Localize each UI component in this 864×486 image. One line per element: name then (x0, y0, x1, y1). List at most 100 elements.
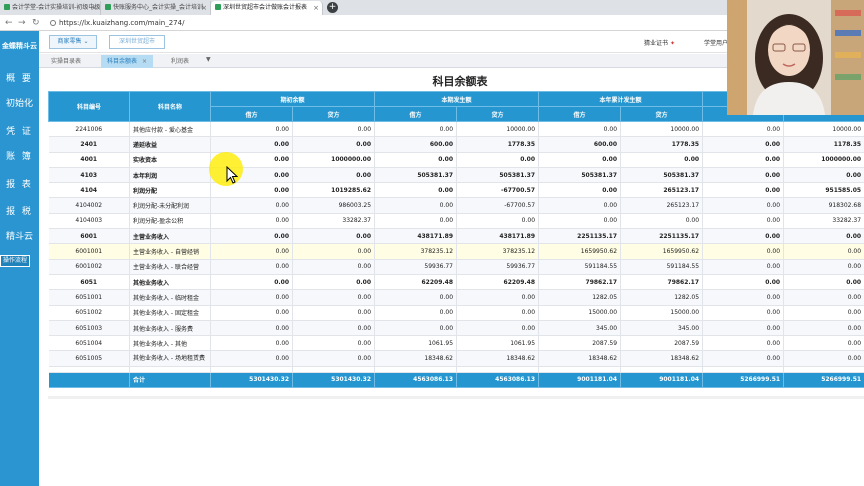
cell-amount: 0.00 (210, 289, 293, 306)
table-row[interactable]: 6051 其他业务收入 0.00 0.00 62209.48 62209.48 79862.… (48, 274, 864, 291)
sidebar-item-report[interactable]: 报 表 (0, 177, 39, 190)
close-icon[interactable]: × (91, 1, 97, 15)
tab-income-statement[interactable]: 利润表 (165, 55, 195, 68)
cell-code: 6051005 (48, 350, 130, 367)
certificate-link[interactable]: 猜业证书 ✦ (644, 38, 675, 47)
browser-tab-2[interactable]: 快账服务中心_会计实操_会计培训 × (101, 1, 211, 15)
cell-amount: 0.00 (538, 121, 622, 138)
sidebar-item-ledger[interactable]: 账 簿 (0, 149, 39, 162)
cell-amount: 0.00 (702, 320, 785, 337)
table-row[interactable]: 4104003 利润分配-盈余公积 0.00 33282.37 0.00 0.00 0.00… (48, 213, 864, 230)
cell-amount: 18348.62 (620, 350, 704, 367)
cell-amount: 0.00 (292, 259, 376, 275)
sidebar-item-voucher[interactable]: 凭 证 (0, 124, 39, 137)
company-button[interactable]: 深圳世贸超市 (109, 35, 165, 49)
cell-amount: 1778.35 (620, 136, 704, 153)
cell-amount: 33282.37 (292, 213, 376, 230)
cell-amount: 0.00 (210, 259, 293, 275)
cell-amount: 0.00 (210, 213, 293, 230)
cell-amount: 0.00 (210, 320, 293, 337)
info-icon (50, 20, 56, 26)
cell-name: 其他业务收入 - 其他 (129, 335, 211, 352)
browser-tab-1[interactable]: 会计学堂-会计实操培训-初级中级 × (0, 1, 101, 15)
cell-amount: 0.00 (210, 243, 293, 260)
cell-amount: 505381.37 (538, 167, 622, 184)
close-icon[interactable]: × (201, 1, 207, 15)
tab-dropdown-icon[interactable]: ▼ (206, 56, 211, 63)
cell-amount: 0.00 (702, 350, 785, 367)
balance-table-container: 科目编号 科目名称 期初余额 本期发生额 本年累计发生额 借方 贷方 借方 贷方… (48, 91, 864, 396)
table-row[interactable]: 4104002 利润分配-未分配利润 0.00 986003.25 0.00 -67700… (48, 197, 864, 214)
cell-name: 其他业务收入 - 场地租赁费 (129, 350, 211, 367)
cell-amount: 2087.59 (538, 335, 622, 352)
cell-amount: 0.00 (702, 243, 785, 260)
total-row: 合计 5301430.32 5301430.32 4563086.13 4563086.… (48, 372, 864, 388)
cell-amount: 1659950.62 (620, 243, 704, 260)
cell-amount: 0.00 (538, 152, 622, 168)
cell-amount: 0.00 (210, 228, 293, 245)
cell-code: 6001 (48, 228, 130, 245)
table-row[interactable]: 6051005 其他业务收入 - 场地租赁费 0.00 0.00 18348.62 183… (48, 350, 864, 367)
browser-tab-3[interactable]: 深圳世贸超市会计做账会计报表 × (211, 1, 323, 15)
table-row[interactable]: 4103 本年利润 0.00 0.00 505381.37 505381.37 505381… (48, 167, 864, 184)
close-icon[interactable]: × (142, 58, 147, 65)
cell-amount: 0.00 (456, 305, 540, 321)
sidebar-item-init[interactable]: 初始化 (0, 96, 39, 109)
forward-icon[interactable]: → (18, 17, 26, 29)
sidebar-item-cloud[interactable]: 精斗云 (0, 229, 39, 242)
horizontal-scrollbar[interactable] (48, 396, 864, 399)
sidebar-item-tax[interactable]: 报 税 (0, 204, 39, 217)
cell-code: 6001002 (48, 259, 130, 275)
user-name[interactable]: 学堂用户 (704, 38, 728, 47)
table-row[interactable]: 4104 利润分配 0.00 1019285.62 0.00 -67700.57 0.00 2… (48, 182, 864, 199)
cell-amount: 0.00 (292, 274, 376, 291)
browser-tab-label: 会计学堂-会计实操培训-初级中级 (12, 4, 101, 11)
cell-amount: 0.00 (702, 121, 785, 138)
cell-amount: 2087.59 (620, 335, 704, 352)
cell-amount: 438171.89 (374, 228, 458, 245)
table-row[interactable]: 6051001 其他业务收入 - 临时租金 0.00 0.00 0.00 0.00 1282… (48, 289, 864, 306)
reload-icon[interactable]: ↻ (32, 17, 40, 29)
cell-code: 6051001 (48, 289, 130, 306)
cell-amount: 0.00 (374, 197, 458, 214)
close-icon[interactable]: × (313, 1, 319, 15)
table-row[interactable]: 6051004 其他业务收入 - 其他 0.00 0.00 1061.95 1061.95… (48, 335, 864, 352)
cell-amount: 33282.37 (783, 213, 864, 230)
cell-code: 6001001 (48, 243, 130, 260)
tab-practice-catalog[interactable]: 实操目录表 (45, 55, 87, 68)
operation-flow-button[interactable]: 操作流程 (0, 255, 30, 267)
balance-table: 科目编号 科目名称 期初余额 本期发生额 本年累计发生额 借方 贷方 借方 贷方… (48, 91, 864, 388)
cell-amount: 18348.62 (456, 350, 540, 367)
back-icon[interactable]: ← (5, 17, 13, 29)
cell-amount: 0.00 (374, 121, 458, 138)
sidebar-item-overview[interactable]: 概 要 (0, 71, 39, 84)
table-row[interactable]: 6051003 其他业务收入 - 服务费 0.00 0.00 0.00 0.00 345.0… (48, 320, 864, 337)
total-amount: 4563086.13 (456, 372, 540, 388)
table-row[interactable]: 2401 递延收益 0.00 0.00 600.00 1778.35 600.00 1778.… (48, 136, 864, 153)
cell-amount: 986003.25 (292, 197, 376, 214)
cell-amount: 0.00 (210, 335, 293, 352)
cell-amount: 0.00 (374, 289, 458, 306)
cell-amount: 59936.77 (374, 259, 458, 275)
table-row[interactable]: 4001 实收资本 0.00 1000000.00 0.00 0.00 0.00 0.00 0.… (48, 152, 864, 168)
cell-name: 主营业务收入 (129, 228, 211, 245)
table-row[interactable]: 6001 主营业务收入 0.00 0.00 438171.89 438171.89 2251… (48, 228, 864, 245)
cell-amount: 505381.37 (620, 167, 704, 184)
app-logo: 金蝶精斗云 (2, 42, 37, 50)
cell-code: 2401 (48, 136, 130, 153)
table-row[interactable]: 6051002 其他业务收入 - 固定租金 0.00 0.00 0.00 0.00 1500… (48, 305, 864, 321)
cell-name: 其他业务收入 - 临时租金 (129, 289, 211, 306)
cell-amount: 0.00 (292, 289, 376, 306)
header-code: 科目编号 (48, 91, 130, 122)
cell-code: 6051 (48, 274, 130, 291)
cell-name: 其他应付款 - 爱心基金 (129, 121, 211, 138)
tab-balance-sheet[interactable]: 科目余额表 × (101, 55, 154, 68)
table-row[interactable]: 2241006 其他应付款 - 爱心基金 0.00 0.00 0.00 10000.00 0… (48, 121, 864, 138)
table-row[interactable]: 6001001 主营业务收入 - 自营经销 0.00 0.00 378235.12 378… (48, 243, 864, 260)
business-type-dropdown[interactable]: 商家零售 ⌄ (49, 35, 97, 49)
cell-amount: 0.00 (210, 305, 293, 321)
new-tab-button[interactable]: + (327, 2, 338, 13)
cell-amount: 10000.00 (456, 121, 540, 138)
table-row[interactable]: 6001002 主营业务收入 - 联合经营 0.00 0.00 59936.77 5993… (48, 259, 864, 275)
url-field[interactable]: https://lx.kuaizhang.com/main_274/ (50, 17, 184, 29)
